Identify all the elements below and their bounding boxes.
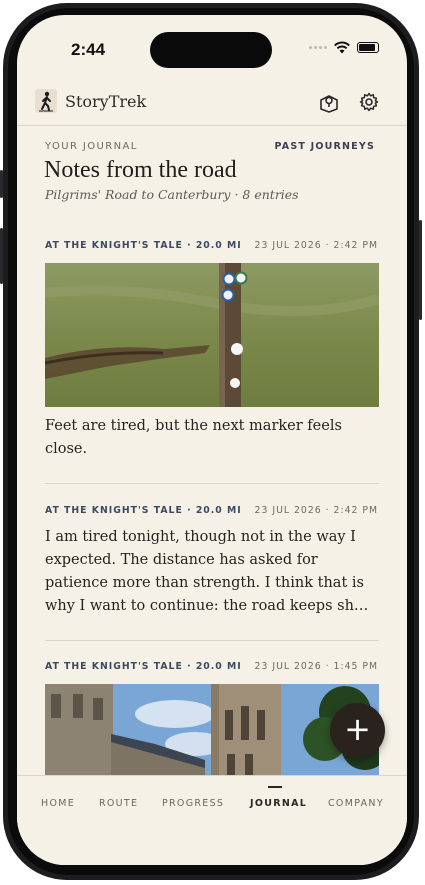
entry-meta: AT THE KNIGHT'S TALE · 20.0 MI 23 JUL 20… (45, 505, 378, 516)
bottom-tab-bar: HOME ROUTE PROGRESS JOURNAL COMPANY (17, 775, 407, 865)
entry-location: AT THE KNIGHT'S TALE · 20.0 MI (45, 240, 242, 251)
map-pin-icon[interactable] (318, 91, 340, 113)
entry-timestamp: 23 JUL 2026 · 2:42 PM (254, 240, 378, 251)
waymarker-post-image (45, 263, 379, 407)
past-journeys-link[interactable]: PAST JOURNEYS (275, 141, 375, 152)
battery-icon (357, 42, 379, 53)
volume-button (0, 228, 3, 284)
journal-eyebrow: YOUR JOURNAL (45, 141, 138, 152)
volume-button (0, 170, 3, 198)
entry-location: AT THE KNIGHT'S TALE · 20.0 MI (45, 661, 242, 672)
gear-icon[interactable] (358, 91, 380, 113)
entry-divider (45, 640, 379, 641)
tab-home[interactable]: HOME (41, 798, 75, 809)
entry-timestamp: 23 JUL 2026 · 1:45 PM (254, 661, 378, 672)
page-subtitle: Pilgrims' Road to Canterbury · 8 entries (45, 187, 299, 202)
entry-meta: AT THE KNIGHT'S TALE · 20.0 MI 23 JUL 20… (45, 240, 378, 251)
entry-location: AT THE KNIGHT'S TALE · 20.0 MI (45, 505, 242, 516)
tab-progress[interactable]: PROGRESS (162, 798, 224, 809)
entry-text: Feet are tired, but the next marker feel… (45, 418, 342, 457)
tab-company[interactable]: COMPANY (328, 798, 384, 809)
entry-photo-waymarker[interactable] (45, 263, 379, 407)
cathedral-image (45, 684, 379, 776)
tab-journal[interactable]: JOURNAL (250, 798, 307, 809)
page-title: Notes from the road (44, 157, 237, 183)
tab-route[interactable]: ROUTE (99, 798, 138, 809)
status-icons (309, 41, 379, 54)
entry-divider (45, 483, 379, 484)
entry-photo-cathedral[interactable] (45, 684, 379, 776)
header-divider (17, 125, 407, 126)
dynamic-island (150, 32, 272, 68)
wifi-icon (334, 41, 350, 54)
status-time: 2:44 (71, 40, 106, 59)
app-header: StoryTrek (17, 85, 407, 125)
entry-text: I am tired tonight, though not in the wa… (45, 529, 369, 614)
walking-pilgrim-icon[interactable] (35, 89, 57, 113)
screen: 2:44 StoryTrek YOUR JOURNAL PAST JOURNEY… (17, 15, 407, 865)
active-tab-indicator (268, 786, 282, 788)
brand-name: StoryTrek (65, 92, 147, 111)
entry-meta: AT THE KNIGHT'S TALE · 20.0 MI 23 JUL 20… (45, 661, 378, 672)
entry-timestamp: 23 JUL 2026 · 2:42 PM (254, 505, 378, 516)
signal-icon (309, 46, 327, 49)
side-button (419, 220, 422, 320)
add-entry-button[interactable]: + (330, 703, 385, 758)
